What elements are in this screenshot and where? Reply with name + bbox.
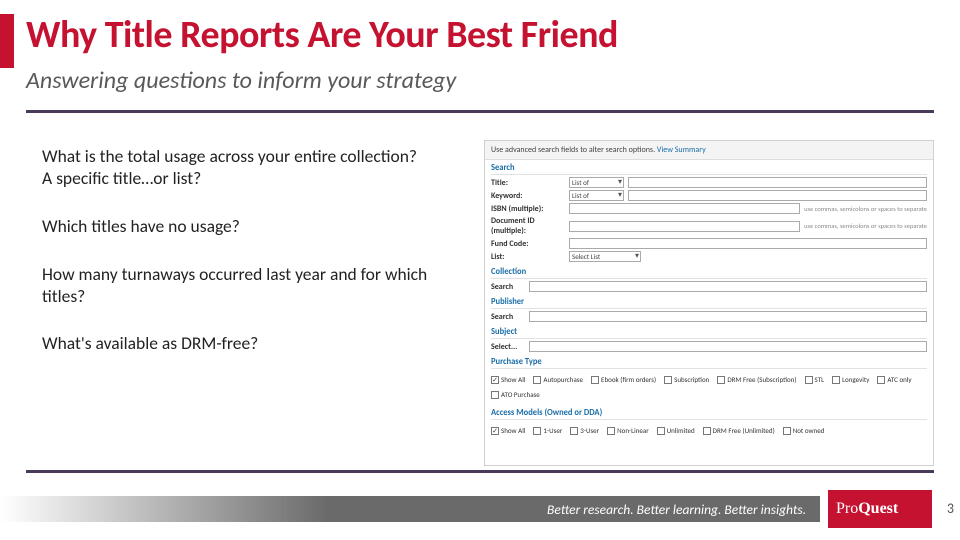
chk-ato-purchase[interactable] [491,391,499,399]
subject-select-label: Select... [491,342,529,352]
view-summary-link[interactable]: View Summary [657,145,706,155]
panel-topbar: Use advanced search fields to alter sear… [485,141,933,160]
chk-unlimited[interactable] [657,427,665,435]
lbl-not-owned: Not owned [793,426,825,435]
label-title: Title: [491,178,569,188]
lbl-subscription: Subscription [674,375,709,384]
isbn-input[interactable] [569,203,800,214]
title-input[interactable] [628,177,927,188]
chk-show-all-purchase[interactable] [491,376,499,384]
docid-input[interactable] [569,221,800,232]
chk-not-owned[interactable] [783,427,791,435]
lbl-ebook-fl: Ebook (firm orders) [601,375,656,384]
section-subject: Subject [491,327,927,339]
collection-search-label: Search [491,282,529,292]
search-form-screenshot: Use advanced search fields to alter sear… [484,140,934,466]
lbl-1user: 1-User [543,426,562,435]
chk-drm-free-sub[interactable] [717,376,725,384]
chk-longevity[interactable] [832,376,840,384]
lbl-unlimited: Unlimited [667,426,695,435]
lbl-show-all-access: Show All [501,426,525,435]
section-purchase-type: Purchase Type [491,357,927,369]
chk-ebook-fl[interactable] [591,376,599,384]
divider-top [26,110,934,113]
access-model-options: Show All 1-User 3-User Non-Linear Unlimi… [485,422,933,441]
lbl-atc-only: ATC only [887,375,911,384]
collection-input[interactable] [529,281,927,292]
chk-atc-only[interactable] [877,376,885,384]
lbl-longevity: Longevity [842,375,869,384]
section-collection: Collection [491,267,927,279]
slide-subtitle: Answering questions to inform your strat… [26,66,456,95]
accent-bar [0,14,14,68]
page-number: 3 [947,500,954,517]
lbl-drm-free-sub: DRM Free (Subscription) [727,375,796,384]
lbl-3user: 3-User [580,426,599,435]
chk-3user[interactable] [570,427,578,435]
purchase-type-options: Show All Autopurchase Ebook (firm orders… [485,371,933,405]
proquest-logo: ProQuest [828,490,932,528]
lbl-show-all-purchase: Show All [501,375,525,384]
lbl-drm-free-unl: DRM Free (Unlimited) [713,426,775,435]
slide-title: Why Title Reports Are Your Best Friend [26,12,618,58]
bullet-4: What's available as DRM-free? [42,333,472,355]
title-mode-select[interactable]: List of [569,177,624,188]
chk-stl[interactable] [805,376,813,384]
section-search: Search [491,163,927,175]
label-isbn: ISBN (multiple): [491,204,569,214]
footer: Better research. Better learning. Better… [0,490,960,540]
section-publisher: Publisher [491,297,927,309]
footer-tagline: Better research. Better learning. Better… [0,496,820,522]
list-select[interactable]: Select List [569,251,641,262]
publisher-input[interactable] [529,311,927,322]
chk-1user[interactable] [533,427,541,435]
chk-nonlinear[interactable] [607,427,615,435]
topbar-text: Use advanced search fields to alter sear… [491,145,655,155]
chk-subscription[interactable] [664,376,672,384]
label-keyword: Keyword: [491,191,569,201]
bullet-1b: A specific title…or list? [42,167,201,189]
lbl-autopurchase: Autopurchase [543,375,583,384]
section-access-models: Access Models (Owned or DDA) [491,408,927,420]
publisher-search-label: Search [491,312,529,322]
keyword-input[interactable] [628,190,927,201]
bullet-1a: What is the total usage across your enti… [42,145,417,167]
chk-autopurchase[interactable] [533,376,541,384]
fund-input[interactable] [569,238,927,249]
keyword-mode-select[interactable]: List of [569,190,624,201]
lbl-nonlinear: Non-Linear [617,426,649,435]
chk-drm-free-unl[interactable] [703,427,711,435]
bullet-list: What is the total usage across your enti… [42,146,472,381]
lbl-ato-purchase: ATO Purchase [501,390,540,399]
subject-input[interactable] [529,341,927,352]
isbn-hint: use commas, semicolons or spaces to sepa… [804,205,927,213]
lbl-stl: STL [815,375,825,384]
docid-hint: use commas, semicolons or spaces to sepa… [804,222,927,230]
label-list: List: [491,252,569,262]
chk-show-all-access[interactable] [491,427,499,435]
bullet-3: How many turnaways occurred last year an… [42,264,472,308]
label-fund: Fund Code: [491,239,569,249]
bullet-2: Which titles have no usage? [42,216,472,238]
divider-bottom [26,470,934,473]
label-docid: Document ID (multiple): [491,216,569,236]
